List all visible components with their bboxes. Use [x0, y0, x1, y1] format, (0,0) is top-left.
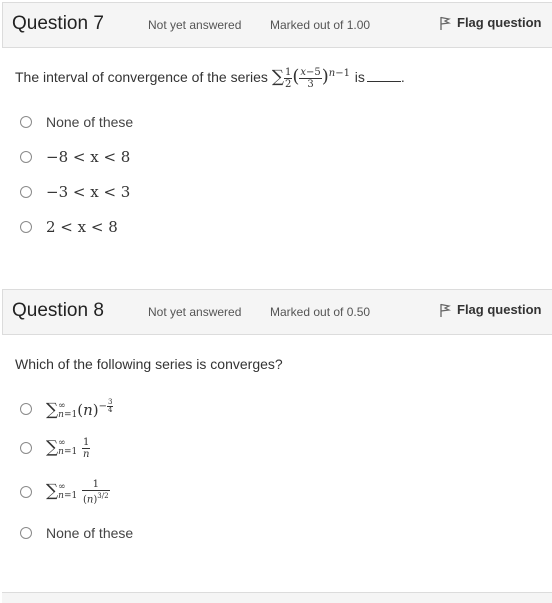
option-none-of-these[interactable]: None of these — [20, 522, 133, 544]
question-text-suffix: is — [354, 69, 365, 85]
option-series-b[interactable]: ∑ ∞ n=1 1n — [20, 436, 91, 460]
option-label: None of these — [46, 114, 134, 130]
answer-status: Not yet answered — [148, 18, 242, 32]
option-label: 2 < x < 8 — [46, 218, 118, 236]
radio-button[interactable] — [20, 151, 32, 163]
option-series-c[interactable]: ∑ ∞ n=1 1 (n)3/2 — [20, 476, 110, 508]
marks-info: Marked out of 1.00 — [270, 18, 371, 32]
flag-icon — [440, 303, 451, 317]
option-interval-c[interactable]: 2 < x < 8 — [20, 216, 118, 238]
marks-info: Marked out of 0.50 — [270, 305, 371, 319]
question-title: Question 7 — [12, 13, 104, 34]
question-title: Question 8 — [12, 300, 104, 321]
answer-blank — [366, 81, 401, 82]
question-8-header: Question 8 Not yet answered Marked out o… — [2, 289, 552, 335]
answer-status: Not yet answered — [148, 305, 242, 319]
flag-question-label: Flag question — [457, 302, 542, 317]
flag-question-button[interactable]: Flag question — [439, 15, 542, 30]
radio-button[interactable] — [20, 486, 32, 498]
option-interval-b[interactable]: −3 < x < 3 — [20, 181, 130, 203]
flag-question-label: Flag question — [457, 15, 542, 30]
radio-button[interactable] — [20, 403, 32, 415]
radio-button[interactable] — [20, 186, 32, 198]
option-label: −8 < x < 8 — [46, 148, 131, 166]
next-question-header — [2, 592, 552, 603]
option-none-of-these[interactable]: None of these — [20, 111, 133, 133]
radio-button[interactable] — [20, 442, 32, 454]
series-formula: ∑ ∞ n=1 1 (n)3/2 — [46, 478, 110, 506]
series-formula: ∑ ∞ n=1 1n — [46, 436, 91, 460]
question-8-text: Which of the following series is converg… — [15, 356, 283, 372]
flag-icon — [440, 16, 451, 30]
series-formula: ∑ 1 2(x−5 3)n−1 — [271, 66, 350, 90]
series-formula: ∑ ∞ n=1 (n)− 3 4 — [46, 397, 114, 420]
option-label: −3 < x < 3 — [46, 183, 131, 201]
option-interval-a[interactable]: −8 < x < 8 — [20, 146, 130, 168]
radio-button[interactable] — [20, 527, 32, 539]
question-text-prefix: The interval of convergence of the serie… — [15, 69, 268, 85]
question-7-header: Question 7 Not yet answered Marked out o… — [2, 2, 552, 48]
option-series-a[interactable]: ∑ ∞ n=1 (n)− 3 4 — [20, 397, 114, 420]
option-label: None of these — [46, 525, 134, 541]
flag-question-button[interactable]: Flag question — [439, 302, 542, 317]
question-7-text: The interval of convergence of the serie… — [15, 66, 405, 90]
radio-button[interactable] — [20, 116, 32, 128]
radio-button[interactable] — [20, 221, 32, 233]
